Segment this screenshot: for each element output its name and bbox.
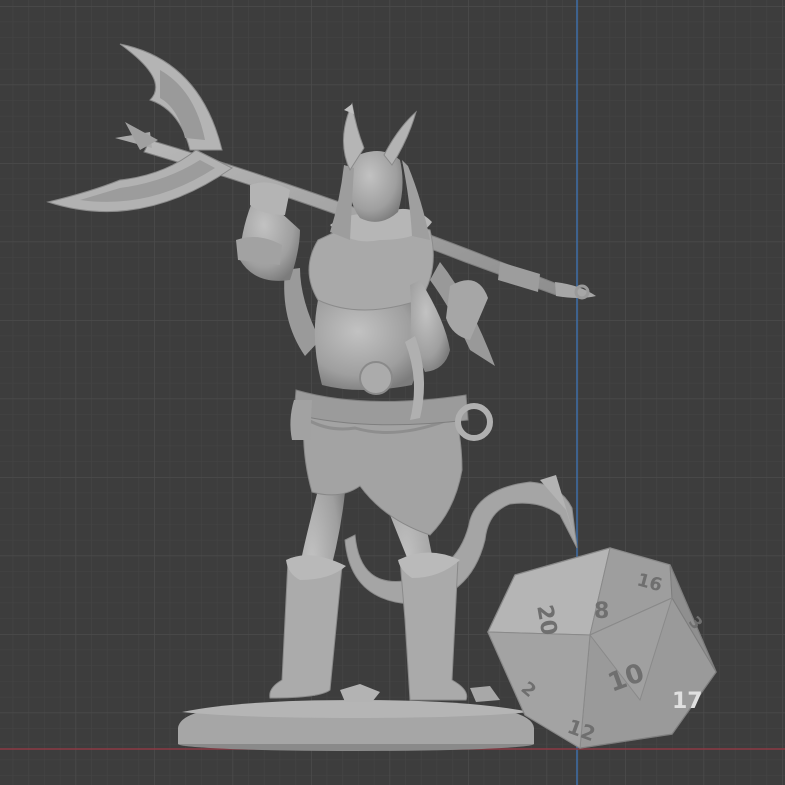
die-face-20: 20	[531, 603, 561, 638]
3d-viewport[interactable]: 20 8 16 10 17 2 12 3	[0, 0, 785, 785]
die-face-8: 8	[594, 599, 609, 624]
viewport-canvas[interactable]: 20 8 16 10 17 2 12 3	[0, 0, 785, 785]
die-face-17: 17	[672, 689, 703, 714]
